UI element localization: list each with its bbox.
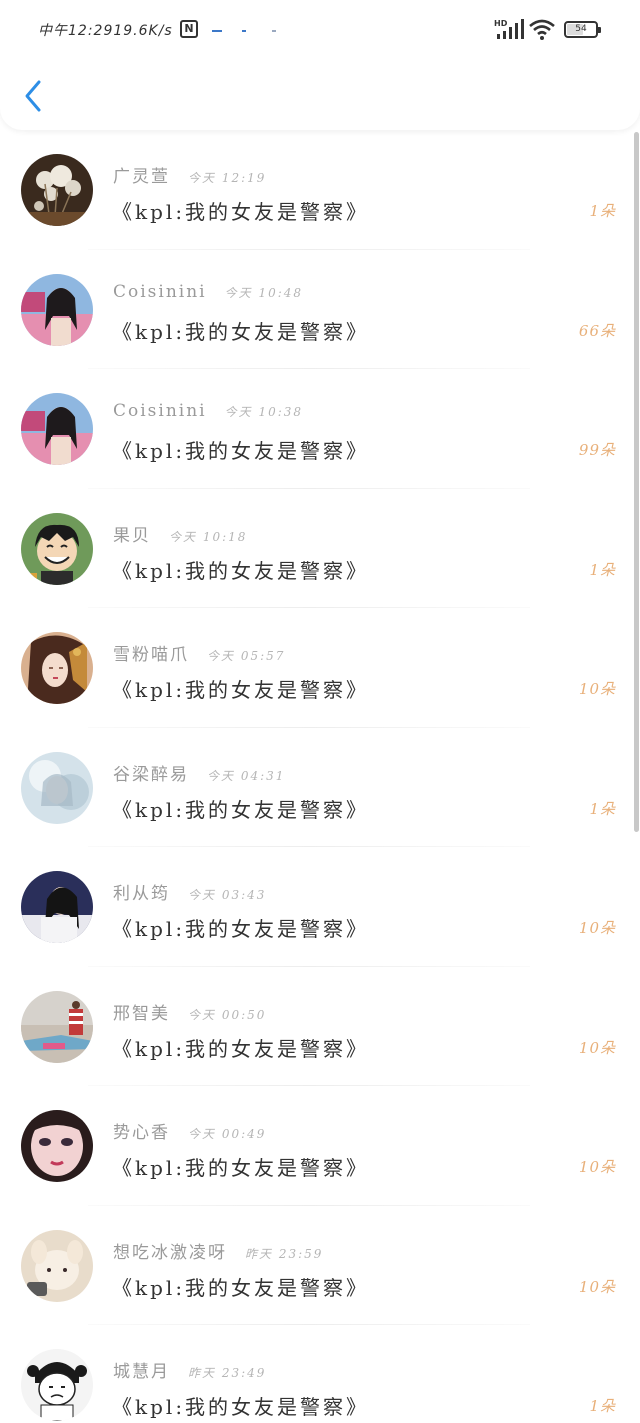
flower-count: 66朵 (578, 321, 616, 340)
sender-name: 雪粉喵爪 (113, 645, 189, 665)
list-item[interactable]: 势心香 今天 00:49 《kpl:我的女友是警察》 10朵 (0, 1086, 640, 1206)
send-time: 今天 12:19 (188, 171, 267, 185)
flower-count: 99朵 (578, 441, 616, 459)
send-time: 今天 03:43 (188, 888, 267, 902)
flower-count: 1朵 (589, 799, 616, 818)
avatar[interactable] (21, 393, 93, 465)
avatar[interactable] (21, 1229, 93, 1302)
send-time: 今天 04:31 (207, 768, 286, 783)
avatar[interactable] (21, 871, 93, 943)
sender-name: 邢智美 (113, 1003, 170, 1024)
sender-line: 广灵萱 今天 12:19 (113, 162, 266, 187)
notification-dot-icon (242, 30, 246, 32)
list-item[interactable]: 想吃冰激凌呀 昨天 23:59 《kpl:我的女友是警察》 10朵 (0, 1206, 640, 1325)
nfc-icon: N (180, 20, 198, 38)
scrollbar[interactable] (634, 132, 639, 832)
sender-line: 谷梁醉易 今天 04:31 (113, 760, 285, 785)
gift-record-page: 中午12:2919.6K/s N HD 54 广灵萱 今天 12:19 《kpl… (0, 0, 640, 1423)
gift-work-title: 《kpl:我的女友是警察》 (112, 319, 370, 344)
send-time: 今天 10:18 (169, 529, 248, 544)
status-time-speed: 中午12:2919.6K/s (38, 20, 173, 40)
avatar[interactable] (21, 154, 93, 226)
flower-count: 10朵 (578, 680, 616, 698)
wifi-icon (529, 19, 555, 40)
status-time: 中午12:29 (38, 23, 114, 39)
gift-record-list: 广灵萱 今天 12:19 《kpl:我的女友是警察》 1朵 Coisinini 今天… (0, 130, 640, 1423)
battery-level: 54 (575, 24, 587, 34)
sender-line: 想吃冰激凌呀 昨天 23:59 (113, 1238, 323, 1263)
sender-line: Coisinini 今天 10:48 (113, 282, 303, 302)
send-time: 今天 00:49 (188, 1127, 267, 1141)
list-item[interactable]: 利从筠 今天 03:43 《kpl:我的女友是警察》 10朵 (0, 847, 640, 967)
avatar[interactable] (21, 751, 93, 824)
sender-name: 利从筠 (113, 884, 170, 904)
gift-work-title: 《kpl:我的女友是警察》 (112, 1156, 370, 1180)
sender-name: 势心香 (113, 1123, 170, 1143)
chevron-left-icon (25, 80, 41, 112)
gift-work-title: 《kpl:我的女友是警察》 (112, 200, 370, 224)
flower-count: 1朵 (589, 560, 616, 579)
flower-count: 10朵 (578, 1158, 616, 1176)
sender-line: 城慧月 昨天 23:49 (113, 1357, 266, 1382)
list-item[interactable]: 谷梁醉易 今天 04:31 《kpl:我的女友是警察》 1朵 (0, 728, 640, 847)
gift-work-title: 《kpl:我的女友是警察》 (112, 1036, 370, 1061)
sender-name: 果贝 (113, 525, 151, 546)
gift-work-title: 《kpl:我的女友是警察》 (112, 797, 370, 822)
avatar[interactable] (21, 632, 93, 704)
avatar[interactable] (21, 1349, 93, 1421)
flower-count: 10朵 (578, 919, 616, 937)
sender-name: Coisinini (113, 401, 207, 421)
notification-dot-icon (272, 30, 276, 32)
notification-dot-icon (212, 30, 222, 32)
avatar[interactable] (21, 273, 93, 346)
gift-work-title: 《kpl:我的女友是警察》 (112, 1395, 370, 1419)
send-time: 今天 10:48 (224, 285, 304, 300)
send-time: 昨天 23:49 (188, 1366, 267, 1380)
back-button[interactable] (20, 76, 50, 116)
flower-count: 1朵 (589, 202, 616, 220)
avatar[interactable] (21, 990, 93, 1063)
flower-count: 10朵 (578, 1277, 616, 1296)
list-item[interactable]: 邢智美 今天 00:50 《kpl:我的女友是警察》 10朵 (0, 967, 640, 1086)
top-header: 中午12:2919.6K/s N HD 54 (0, 0, 640, 130)
sender-line: 利从筠 今天 03:43 (113, 879, 266, 904)
sender-line: 势心香 今天 00:49 (113, 1118, 266, 1143)
sender-name: 城慧月 (113, 1362, 170, 1382)
send-time: 今天 00:50 (188, 1007, 267, 1022)
sender-line: Coisinini 今天 10:38 (113, 401, 303, 421)
list-item[interactable]: 果贝 今天 10:18 《kpl:我的女友是警察》 1朵 (0, 489, 640, 608)
gift-work-title: 《kpl:我的女友是警察》 (112, 558, 370, 583)
send-time: 昨天 23:59 (245, 1246, 324, 1261)
avatar[interactable] (21, 512, 93, 585)
flower-count: 1朵 (589, 1397, 616, 1415)
network-label: HD (494, 19, 508, 28)
sender-name: Coisinini (113, 281, 207, 302)
sender-line: 果贝 今天 10:18 (113, 521, 247, 546)
signal-icon: HD (494, 19, 524, 39)
status-bar: 中午12:2919.6K/s N HD 54 (0, 14, 640, 48)
send-time: 今天 05:57 (207, 649, 286, 663)
network-speed: 19.6K/s (113, 23, 173, 39)
gift-work-title: 《kpl:我的女友是警察》 (112, 439, 370, 463)
send-time: 今天 10:38 (224, 405, 304, 419)
sender-name: 谷梁醉易 (113, 764, 189, 785)
flower-count: 10朵 (578, 1038, 616, 1057)
sender-name: 想吃冰激凌呀 (113, 1242, 227, 1263)
avatar[interactable] (21, 1110, 93, 1182)
list-item[interactable]: Coisinini 今天 10:48 《kpl:我的女友是警察》 66朵 (0, 250, 640, 369)
list-item[interactable]: 城慧月 昨天 23:49 《kpl:我的女友是警察》 1朵 (0, 1325, 640, 1423)
gift-work-title: 《kpl:我的女友是警察》 (112, 917, 370, 941)
battery-icon: 54 (564, 21, 601, 38)
list-item[interactable]: 雪粉喵爪 今天 05:57 《kpl:我的女友是警察》 10朵 (0, 608, 640, 728)
list-item[interactable]: 广灵萱 今天 12:19 《kpl:我的女友是警察》 1朵 (0, 130, 640, 250)
gift-work-title: 《kpl:我的女友是警察》 (112, 1275, 370, 1300)
list-item[interactable]: Coisinini 今天 10:38 《kpl:我的女友是警察》 99朵 (0, 369, 640, 489)
gift-work-title: 《kpl:我的女友是警察》 (112, 678, 370, 702)
sender-line: 邢智美 今天 00:50 (113, 999, 266, 1024)
sender-line: 雪粉喵爪 今天 05:57 (113, 640, 285, 665)
sender-name: 广灵萱 (113, 167, 170, 187)
